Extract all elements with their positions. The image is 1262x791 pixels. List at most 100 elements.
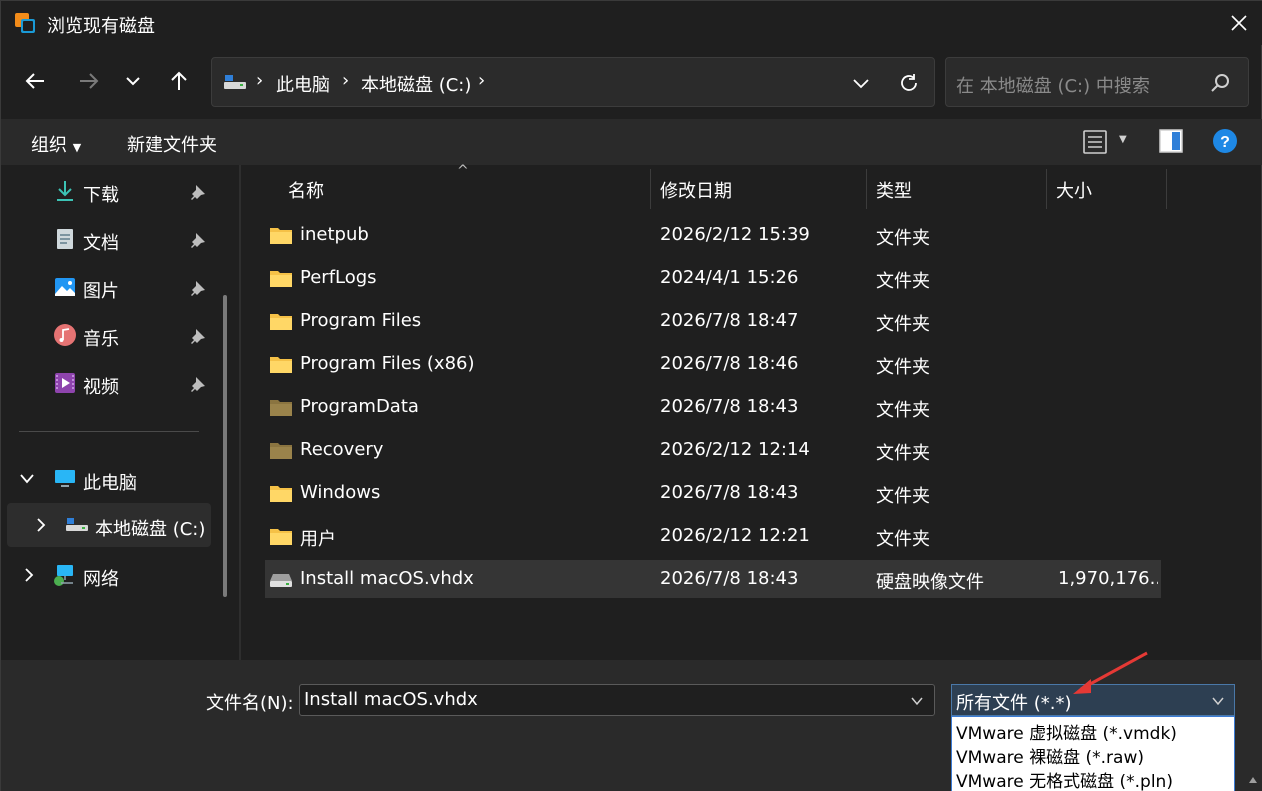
- chevron-right-icon[interactable]: [23, 567, 35, 583]
- file-modified: 2026/7/8 18:47: [660, 310, 799, 331]
- drive-icon: [66, 518, 88, 531]
- recent-locations-button[interactable]: [113, 61, 153, 101]
- command-bar: 组织 ▼ 新建文件夹 ▼ ?: [1, 119, 1262, 165]
- file-modified: 2026/2/12 15:39: [660, 224, 810, 245]
- column-header-type[interactable]: 类型: [876, 177, 912, 203]
- sidebar-item-network[interactable]: 网络: [1, 553, 225, 597]
- scroll-up-icon[interactable]: [1247, 771, 1259, 791]
- filetype-dropdown-button[interactable]: [1206, 689, 1230, 713]
- refresh-button[interactable]: [892, 66, 926, 100]
- sidebar-divider: [19, 431, 199, 432]
- breadcrumb-this-pc[interactable]: 此电脑: [276, 71, 330, 97]
- filename-history-button[interactable]: [904, 689, 930, 713]
- file-row[interactable]: PerfLogs 2024/4/1 15:26 文件夹: [265, 259, 1161, 297]
- column-header-modified[interactable]: 修改日期: [660, 177, 732, 203]
- breadcrumb-separator: ›: [478, 70, 486, 91]
- search-box[interactable]: 在 本地磁盘 (C:) 中搜索: [945, 57, 1249, 107]
- arrow-right-icon: [80, 73, 99, 89]
- window-title: 浏览现有磁盘: [47, 16, 155, 37]
- filetype-option[interactable]: VMware 无格式磁盘 (*.pln): [956, 767, 1173, 791]
- file-modified: 2026/2/12 12:21: [660, 525, 810, 546]
- search-input[interactable]: 在 本地磁盘 (C:) 中搜索: [956, 72, 1150, 98]
- file-modified: 2026/7/8 18:43: [660, 482, 799, 503]
- help-button[interactable]: ?: [1211, 127, 1241, 157]
- chevron-right-icon[interactable]: [35, 517, 47, 533]
- file-row[interactable]: Program Files 2026/7/8 18:47 文件夹: [265, 302, 1161, 340]
- column-separator[interactable]: [650, 169, 651, 209]
- file-modified: 2026/7/8 18:43: [660, 568, 799, 589]
- pin-icon: [191, 377, 205, 392]
- forward-button[interactable]: [69, 61, 109, 101]
- file-name: Recovery: [300, 439, 384, 460]
- address-history-button[interactable]: [846, 68, 876, 98]
- file-row[interactable]: inetpub 2026/2/12 15:39 文件夹: [265, 216, 1161, 254]
- file-type: 文件夹: [876, 400, 930, 421]
- pane-divider[interactable]: [239, 165, 241, 660]
- sidebar-item-music[interactable]: 音乐: [1, 313, 225, 357]
- sidebar-item-local-disk[interactable]: 本地磁盘 (C:): [7, 503, 211, 547]
- videos-icon: [55, 373, 75, 393]
- sidebar-item-label: 音乐: [83, 329, 119, 350]
- disk-image-icon: [270, 574, 292, 587]
- sidebar-item-this-pc[interactable]: 此电脑: [1, 457, 225, 501]
- new-folder-button[interactable]: 新建文件夹: [127, 131, 217, 157]
- chevron-down-icon: ▼: [72, 141, 82, 154]
- filename-field[interactable]: Install macOS.vhdx: [299, 684, 935, 716]
- sidebar-item-pictures[interactable]: 图片: [1, 265, 225, 309]
- chevron-down-icon: ▼: [1119, 134, 1127, 145]
- filetype-option[interactable]: VMware 虚拟磁盘 (*.vmdk): [956, 719, 1177, 744]
- sidebar-item-documents[interactable]: 文档: [1, 217, 225, 261]
- file-row[interactable]: Program Files (x86) 2026/7/8 18:46 文件夹: [265, 345, 1161, 383]
- search-icon: [1211, 74, 1229, 92]
- folder-icon: [270, 228, 292, 244]
- organize-button[interactable]: 组织 ▼: [31, 131, 81, 157]
- filename-label: 文件名(N):: [206, 693, 294, 714]
- sidebar-item-downloads[interactable]: 下载: [1, 169, 225, 213]
- file-type: 文件夹: [876, 271, 930, 292]
- file-row[interactable]: ProgramData 2026/7/8 18:43 文件夹: [265, 388, 1161, 426]
- column-separator[interactable]: [1046, 169, 1047, 209]
- folder-icon: [270, 271, 292, 287]
- close-button[interactable]: [1219, 5, 1259, 41]
- arrow-up-icon: [171, 71, 187, 90]
- file-type: 文件夹: [876, 486, 930, 507]
- navigation-pane: 下载 文档 图片 音乐 视频 此电脑 本地磁盘 (C:) 网络: [1, 165, 239, 660]
- sidebar-item-label: 图片: [83, 281, 119, 302]
- help-icon: ?: [1213, 129, 1237, 153]
- file-row[interactable]: Windows 2026/7/8 18:43 文件夹: [265, 474, 1161, 512]
- folder-icon: [270, 529, 292, 545]
- filetype-option[interactable]: VMware 裸磁盘 (*.raw): [956, 743, 1144, 768]
- column-header-name[interactable]: 名称: [288, 177, 324, 203]
- sidebar-item-label: 网络: [83, 569, 119, 590]
- sidebar-scrollbar[interactable]: [223, 295, 227, 597]
- close-icon: [1231, 15, 1247, 31]
- file-type: 文件夹: [876, 228, 930, 249]
- breadcrumb-local-disk[interactable]: 本地磁盘 (C:): [361, 71, 471, 97]
- file-modified: 2026/7/8 18:43: [660, 396, 799, 417]
- chevron-down-icon[interactable]: [19, 473, 35, 485]
- view-options-button[interactable]: ▼: [1081, 129, 1133, 157]
- file-row[interactable]: 用户 2026/2/12 12:21 文件夹: [265, 517, 1161, 555]
- sidebar-item-videos[interactable]: 视频: [1, 361, 225, 405]
- up-button[interactable]: [159, 61, 199, 101]
- pin-icon: [191, 329, 205, 344]
- svg-text:?: ?: [1220, 134, 1230, 151]
- filename-value[interactable]: Install macOS.vhdx: [304, 689, 478, 710]
- column-separator[interactable]: [1166, 169, 1167, 209]
- column-header-row: ^ 名称 修改日期 类型 大小: [241, 163, 1262, 209]
- file-type: 文件夹: [876, 443, 930, 464]
- file-row-selected[interactable]: Install macOS.vhdx 2026/7/8 18:43 硬盘映像文件…: [265, 560, 1161, 598]
- address-bar[interactable]: › 此电脑 › 本地磁盘 (C:) ›: [211, 57, 935, 107]
- file-modified: 2026/2/12 12:14: [660, 439, 810, 460]
- file-modified: 2026/7/8 18:46: [660, 353, 799, 374]
- folder-icon: [270, 486, 292, 502]
- column-separator[interactable]: [866, 169, 867, 209]
- file-modified: 2024/4/1 15:26: [660, 267, 799, 288]
- filetype-dropdown-list: VMware 虚拟磁盘 (*.vmdk) VMware 裸磁盘 (*.raw) …: [951, 716, 1235, 791]
- file-row[interactable]: Recovery 2026/2/12 12:14 文件夹: [265, 431, 1161, 469]
- file-type: 文件夹: [876, 314, 930, 335]
- file-name: Install macOS.vhdx: [300, 568, 474, 589]
- column-header-size[interactable]: 大小: [1056, 177, 1092, 203]
- back-button[interactable]: [15, 61, 55, 101]
- preview-pane-button[interactable]: [1157, 127, 1187, 157]
